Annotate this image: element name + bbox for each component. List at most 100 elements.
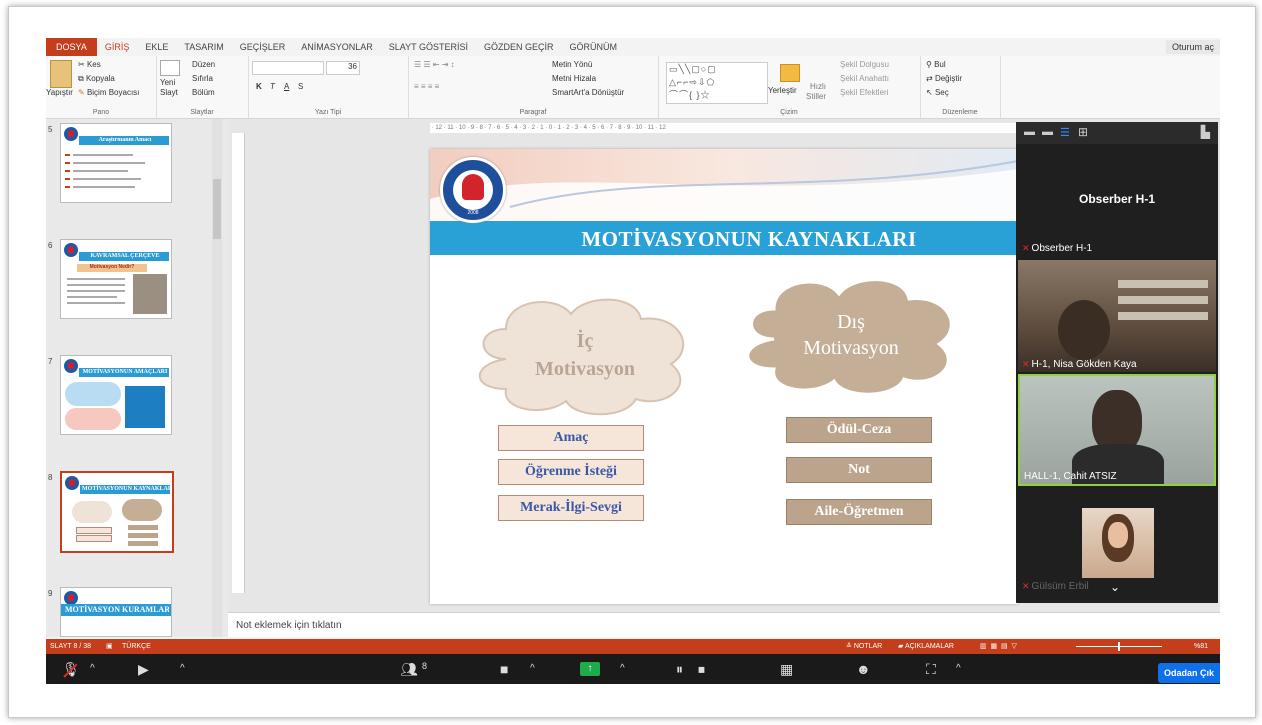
smartart-button[interactable]: SmartArt'a Dönüştür [552,88,624,97]
reset-button[interactable]: Sıfırla [192,74,213,83]
bold-button[interactable]: K [256,82,262,91]
view-buttons[interactable]: ▥ ▦ ▤ ▽ [980,639,1017,654]
thumb-number: 5 [48,125,53,134]
bullet [65,154,70,156]
slide-canvas[interactable]: MOTİVASYONUN KAYNAKLARI 2008 İç Motivasy… [430,149,1018,604]
status-bar: SLAYT 8 / 38 ▣ TÜRKÇE ≙ NOTLAR ▰ AÇIKLAM… [46,639,1220,654]
strip-view-icon[interactable]: ☰ [1060,126,1070,139]
tab-transitions[interactable]: GEÇİŞLER [232,42,294,52]
notes-button[interactable]: ≙ NOTLAR [846,639,882,654]
find-button[interactable]: ⚲ Bul [926,60,946,69]
slide-thumbnail-8-selected[interactable]: MOTİVASYONUN KAYNAKLARI [60,471,174,553]
notes-pane[interactable]: Not eklemek için tıklatın [228,612,1220,637]
tab-file[interactable]: DOSYA [46,38,97,56]
tab-design[interactable]: TASARIM [176,42,231,52]
tab-slideshow[interactable]: SLAYT GÖSTERİSİ [381,42,476,52]
font-size-box[interactable]: 36 [326,61,360,75]
chevron-up-icon[interactable]: ^ [530,659,535,679]
replace-button[interactable]: ⇄ Değiştir [926,74,962,83]
scissors-icon: ✂ [78,60,85,69]
scroll-thumb[interactable] [213,179,221,239]
chevron-up-icon[interactable]: ^ [956,659,961,679]
align-text-button[interactable]: Metni Hizala [552,74,596,83]
format-painter-button[interactable]: ✎ Biçim Boyacısı [78,88,139,97]
chat-icon[interactable]: ■ [500,659,508,679]
zoom-level[interactable]: %81 [1194,639,1208,654]
stop-share-icon[interactable]: ⏹ [698,659,705,679]
quick-styles-label-1[interactable]: Hızlı [810,82,826,91]
chevron-down-icon[interactable]: ⌄ [1110,580,1120,594]
slide-thumbnail-5[interactable]: Araştırmanın Amacı [60,123,172,203]
shapes-gallery[interactable]: ▭╲╲▢○▢ △⌐⌐⇨⇩⬠ ⌒⌒{ }☆ [666,62,768,104]
tab-review[interactable]: GÖZDEN GEÇİR [476,42,562,52]
leave-button[interactable]: Odadan Çık [1157,663,1220,683]
reactions-icon[interactable]: ☻ [856,659,871,679]
apps-grid-icon[interactable]: ▦ [780,659,793,679]
person-silhouette [1058,300,1110,360]
copy-button[interactable]: ⧉ Kopyala [78,74,115,84]
minimize-icon[interactable]: ▬ [1024,126,1035,138]
arrange-icon[interactable] [780,64,800,82]
gallery-view-icon[interactable]: ⊞ [1078,125,1088,139]
video-tile-nisa[interactable]: ✕ H-1, Nisa Gökden Kaya [1018,260,1216,372]
italic-button[interactable]: T [270,82,275,91]
paste-button[interactable]: Yapıştır [46,88,73,97]
tile-name: HALL-1, Cahit ATSIZ [1024,471,1117,482]
spellcheck-icon[interactable]: ▣ [106,639,113,654]
new-slide-label-2[interactable]: Slayt [160,88,178,97]
shape-effects-button[interactable]: Şekil Efektleri [840,88,888,97]
slide-thumbnail-7[interactable]: MOTİVASYONUN AMAÇLARI [60,355,172,435]
participants-icon[interactable]: 👥︎ [400,659,418,679]
group-label-drawing: Çizim [780,109,798,116]
text-direction-button[interactable]: Metin Yönü [552,60,592,69]
quick-styles-label-2[interactable]: Stiller [806,92,826,101]
list-icons[interactable]: ☰ ☰ ⇤ ⇥ ↕ [414,60,455,69]
slide-thumbnail-6[interactable]: KAVRAMSAL ÇERÇEVE Motivasyon Nedir? [60,239,172,319]
select-button[interactable]: ↖ Seç [926,88,949,97]
section-button[interactable]: Bölüm [192,88,215,97]
thumb-box [128,525,158,530]
tab-animations[interactable]: ANİMASYONLAR [293,42,381,52]
exit-fullscreen-icon[interactable]: ▙ [1201,125,1210,139]
speaker-view-icon[interactable]: ▬ [1042,126,1053,138]
text-line [67,278,125,280]
more-icon[interactable]: ⛶ [926,659,936,679]
arrange-button[interactable]: Yerleştir [768,86,797,95]
binoculars-icon: ⚲ [926,60,932,69]
new-slide-label-1[interactable]: Yeni [160,78,175,87]
text-line [73,186,135,188]
pause-share-icon[interactable]: ⏸ [676,659,683,679]
thumbnail-scrollbar[interactable] [212,119,222,637]
university-logo: 2008 [440,157,506,223]
comments-button[interactable]: ▰ AÇIKLAMALAR [898,639,954,654]
tab-view[interactable]: GÖRÜNÜM [561,42,625,52]
shadow-button[interactable]: S [298,82,303,91]
video-tile-active[interactable]: Obserber H-1 ✕ Obserber H-1 [1018,152,1216,256]
layout-button[interactable]: Düzen [192,60,215,69]
header-wave [430,149,1018,221]
chevron-up-icon[interactable]: ^ [620,659,625,679]
cut-button[interactable]: ✂ Kes [78,60,101,69]
paste-icon[interactable] [50,60,72,88]
font-name-box[interactable] [252,61,324,75]
shape-outline-button[interactable]: Şekil Anahattı [840,74,889,83]
signin-button[interactable]: Oturum aç [1165,40,1220,54]
thumb-cloud-blue [65,382,121,406]
align-icons[interactable]: ≡ ≡ ≡ ≡ [414,82,439,91]
language-indicator[interactable]: TÜRKÇE [122,639,151,654]
zoom-slider-thumb[interactable] [1118,642,1120,651]
underline-button[interactable]: A [284,82,289,91]
slide-thumbnail-9[interactable]: MOTİVASYON KURAMLARI [60,587,172,637]
shape-fill-button[interactable]: Şekil Dolgusu [840,60,889,69]
new-slide-icon[interactable] [160,60,180,76]
share-screen-icon[interactable]: ↑ [580,662,600,676]
video-tile-small[interactable]: ✕ Gülsüm Erbil ⌄ [1018,490,1216,594]
tab-insert[interactable]: EKLE [137,42,176,52]
group-font: 36 K T A S Yazı Tipi [248,56,409,118]
video-tile-cahit[interactable]: HALL-1, Cahit ATSIZ [1018,374,1216,486]
video-off-icon[interactable]: ▶︎ [138,659,149,679]
chevron-up-icon[interactable]: ^ [180,659,185,679]
chevron-up-icon[interactable]: ^ [90,659,95,679]
tab-home[interactable]: GİRİŞ [97,42,138,52]
cloud-left-text: İç Motivasyon [490,327,680,383]
